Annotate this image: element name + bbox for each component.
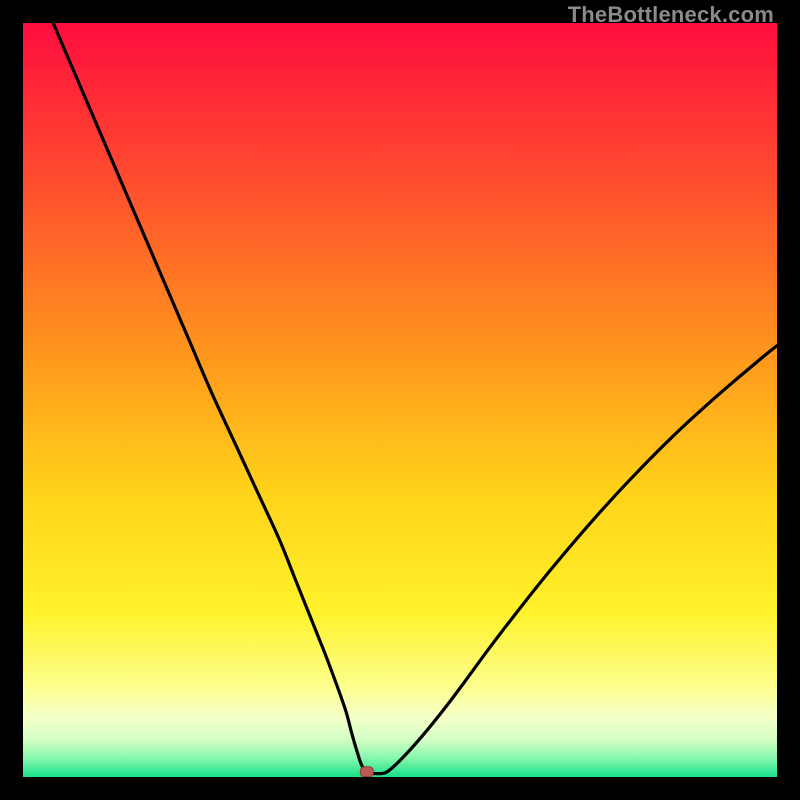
optimum-marker — [360, 767, 373, 777]
bottleneck-chart — [23, 23, 777, 777]
chart-frame: TheBottleneck.com — [0, 0, 800, 800]
gradient-background — [23, 23, 777, 777]
plot-area — [23, 23, 777, 777]
watermark-text: TheBottleneck.com — [568, 2, 774, 28]
